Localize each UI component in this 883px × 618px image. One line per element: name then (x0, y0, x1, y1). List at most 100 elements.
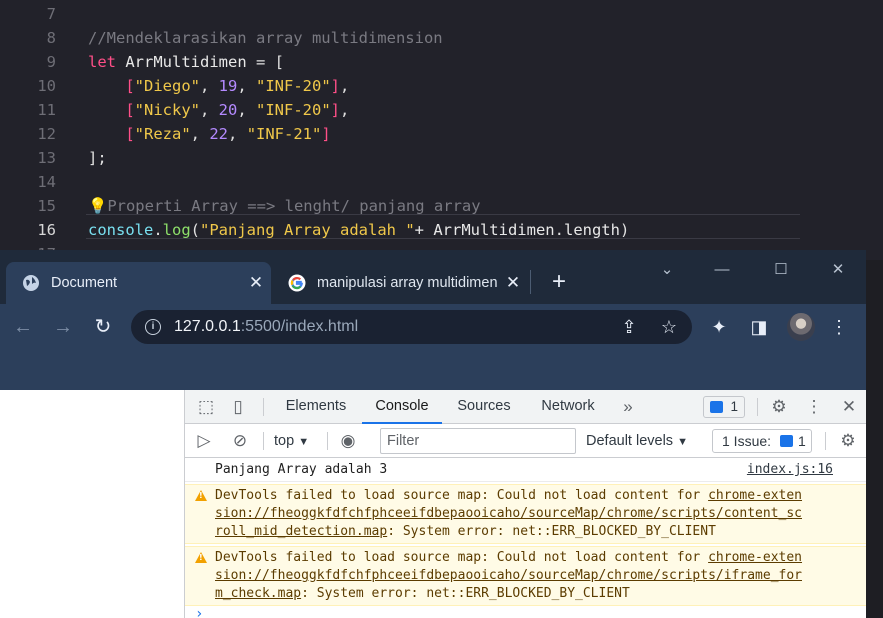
code-line: 7 (0, 2, 883, 26)
code-line: 11 ["Nicky", 20, "INF-20"], (0, 98, 883, 122)
tab-document[interactable]: Document ✕ (6, 262, 271, 304)
code-token: "Diego" (134, 77, 200, 95)
tab-console[interactable]: Console (362, 390, 442, 424)
levels-label: Default levels (586, 433, 674, 449)
issues-button[interactable]: 1 Issue: 1 (712, 429, 812, 453)
code-line: 9 let ArrMultidimen = [ (0, 50, 883, 74)
extensions-icon[interactable]: ✦ (707, 315, 731, 339)
window-close-icon[interactable]: ✕ (823, 258, 853, 282)
clear-console-icon[interactable]: ⊘ (229, 430, 251, 452)
eye-icon[interactable]: ◉ (337, 430, 359, 452)
reload-icon[interactable]: ↻ (89, 313, 117, 341)
warning-text: : System error: net::ERR_BLOCKED_BY_CLIE… (301, 586, 630, 601)
code-token: . (153, 221, 163, 239)
browser-window: Document ✕ manipulasi array multidimensi… (0, 250, 866, 618)
close-devtools-icon[interactable]: ✕ (838, 396, 860, 418)
code-token: , (190, 125, 210, 143)
new-tab-button[interactable]: + (545, 268, 573, 296)
code-token: 💡 (88, 197, 108, 215)
warning-link[interactable]: chrome-exten (708, 488, 802, 503)
code-text: ["Reza", 22, "INF-21"] (88, 122, 330, 146)
code-text: 💡Properti Array ==> lenght/ panjang arra… (88, 194, 481, 218)
console-settings-gear-icon[interactable]: ⚙ (837, 430, 859, 452)
issues-label: 1 Issue: (722, 433, 772, 449)
warning-link[interactable]: m_check.map (215, 586, 301, 601)
tab-elements[interactable]: Elements (274, 390, 358, 424)
customize-menu-icon[interactable]: ⋮ (803, 396, 825, 418)
inspect-element-icon[interactable]: ⬚ (195, 396, 217, 418)
warning-icon (195, 490, 207, 501)
console-output[interactable]: Panjang Array adalah 3 index.js:16 DevTo… (185, 458, 866, 618)
context-selector[interactable]: top ▼ (274, 430, 309, 453)
warning-link[interactable]: chrome-exten (708, 550, 802, 565)
side-panel-icon[interactable]: ◨ (747, 315, 771, 339)
warning-link[interactable]: sion://fheoggkfdfchfphceeifdbepaooicaho/… (215, 567, 802, 585)
code-token: "Nicky" (134, 101, 200, 119)
back-icon[interactable]: ← (9, 313, 37, 341)
warning-link[interactable]: sion://fheoggkfdfchfphceeifdbepaooicaho/… (215, 505, 802, 523)
more-tabs-icon[interactable]: » (617, 396, 639, 418)
log-source-link[interactable]: index.js:16 (747, 461, 833, 479)
tab-label: manipulasi array multidimensi (317, 275, 498, 291)
code-token: , (237, 101, 257, 119)
code-token: , (340, 101, 350, 119)
code-token: [ (88, 101, 135, 119)
log-levels-dropdown[interactable]: Default levels ▼ (586, 430, 688, 453)
code-line: 12 ["Reza", 22, "INF-21"] (0, 122, 883, 146)
page-viewport[interactable] (0, 390, 184, 618)
console-warning-row: DevTools failed to load source map: Coul… (185, 546, 866, 606)
site-info-icon[interactable]: i (145, 319, 161, 335)
code-editor[interactable]: 7 8 //Mendeklarasikan array multidimension… (0, 0, 883, 260)
profile-avatar[interactable] (787, 313, 815, 341)
code-text: ]; (88, 146, 107, 170)
settings-gear-icon[interactable]: ⚙ (768, 396, 790, 418)
warning-link[interactable]: roll_mid_detection.map (215, 524, 387, 539)
messages-count: 1 (730, 399, 738, 414)
issues-count: 1 (798, 433, 806, 449)
context-value: top (274, 433, 295, 449)
code-token: 20 (218, 101, 238, 119)
console-prompt-icon[interactable]: › (195, 606, 203, 618)
code-line: 14 (0, 170, 883, 194)
code-token: 22 (209, 125, 229, 143)
line-number: 8 (46, 29, 56, 47)
divider (825, 432, 826, 450)
tab-network[interactable]: Network (526, 390, 610, 424)
code-token: , (200, 77, 219, 95)
address-bar[interactable]: i 127.0.0.1:5500/index.html ⇪ ☆ (131, 310, 692, 344)
messages-badge[interactable]: 1 (703, 396, 745, 418)
code-token: ( (190, 221, 201, 239)
device-toolbar-icon[interactable]: ▯ (227, 396, 249, 418)
tab-manipulasi[interactable]: manipulasi array multidimensi ✕ (272, 262, 528, 304)
line-number: 12 (37, 125, 56, 143)
close-icon[interactable]: ✕ (241, 273, 271, 293)
tab-divider (530, 270, 531, 294)
tab-search-icon[interactable]: ⌄ (652, 258, 682, 282)
close-icon[interactable]: ✕ (498, 273, 528, 293)
warning-text: DevTools failed to load source map: Coul… (215, 550, 709, 565)
filter-input[interactable] (380, 428, 576, 454)
code-token: "INF-20" (256, 77, 331, 95)
maximize-icon[interactable]: ☐ (766, 258, 796, 282)
menu-icon[interactable]: ⋮ (827, 315, 851, 339)
code-text: //Mendeklarasikan array multidimension (88, 26, 443, 50)
bookmark-star-icon[interactable]: ☆ (658, 316, 680, 338)
code-text: let ArrMultidimen = [ (88, 50, 284, 74)
code-token: 19 (218, 77, 238, 95)
line-number: 16 (37, 221, 56, 239)
sidebar-toggle-icon[interactable]: ▷ (193, 430, 215, 452)
forward-icon[interactable]: → (49, 313, 77, 341)
code-token: , (228, 125, 247, 143)
code-token: [ (88, 125, 135, 143)
minimize-icon[interactable]: — (707, 258, 737, 282)
warning-line: DevTools failed to load source map: Coul… (215, 549, 802, 567)
share-icon[interactable]: ⇪ (618, 316, 640, 338)
url-text[interactable]: 127.0.0.1:5500/index.html (174, 318, 358, 336)
code-token: = (255, 53, 266, 71)
code-token: "INF-20" (256, 101, 331, 119)
divider (263, 432, 264, 450)
url-host: 127.0.0.1 (174, 318, 241, 335)
warning-text: : System error: net::ERR_BLOCKED_BY_CLIE… (387, 524, 716, 539)
tab-sources[interactable]: Sources (446, 390, 522, 424)
code-line: 8 //Mendeklarasikan array multidimension (0, 26, 883, 50)
